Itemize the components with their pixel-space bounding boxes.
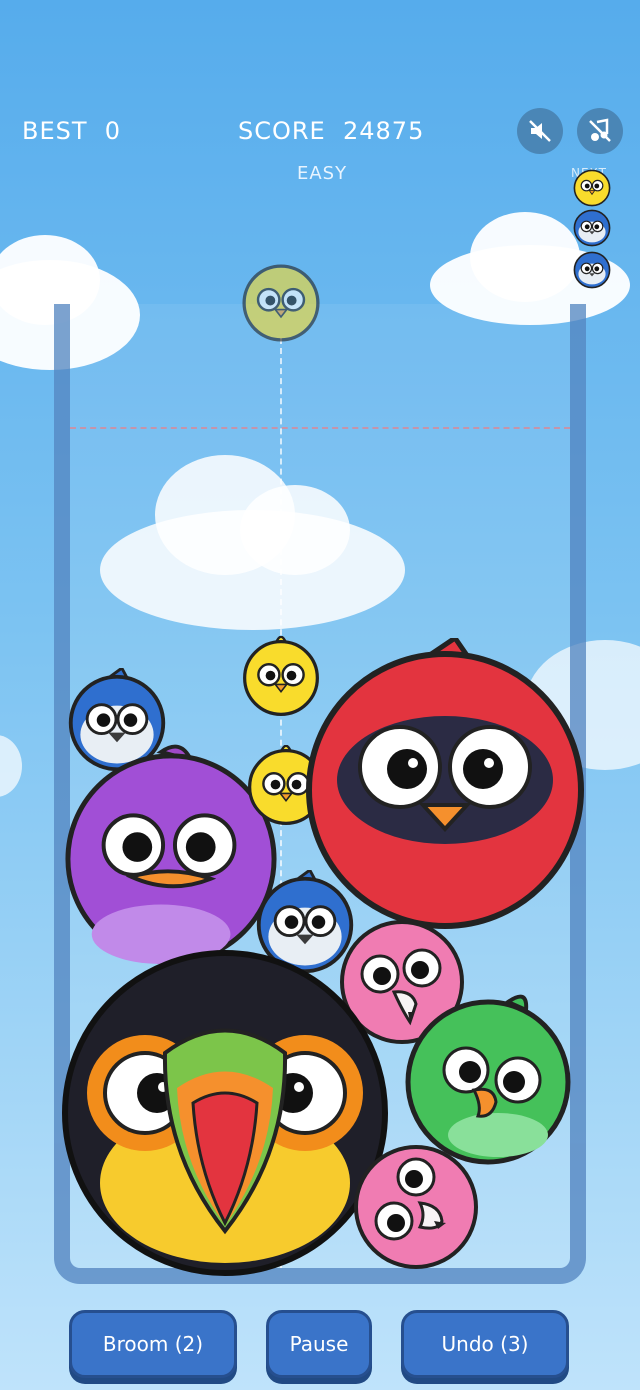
current-drop-bird[interactable]: [240, 262, 322, 344]
bird-pink-flamingo: [354, 1145, 478, 1269]
next-bird-blue-jay-1: [573, 209, 611, 247]
music-muted-icon: [589, 118, 611, 142]
pause-button[interactable]: Pause: [266, 1310, 372, 1378]
broom-button[interactable]: Broom (2): [69, 1310, 237, 1378]
next-bird-blue-jay-2: [573, 251, 611, 289]
next-bird-yellow-chick: [573, 169, 611, 207]
sound-toggle-button[interactable]: [517, 108, 563, 154]
difficulty-label: EASY: [297, 163, 348, 184]
best-score: BEST 0: [22, 117, 121, 145]
speaker-muted-icon: [529, 120, 551, 142]
best-label: BEST: [22, 117, 88, 145]
score-value: 24875: [343, 117, 425, 145]
score-label: SCORE: [238, 117, 326, 145]
current-score: SCORE 24875: [238, 117, 424, 145]
undo-button[interactable]: Undo (3): [401, 1310, 569, 1378]
danger-line: [70, 427, 570, 429]
bird-toucan: [62, 950, 388, 1276]
best-value: 0: [104, 117, 122, 145]
music-toggle-button[interactable]: [577, 108, 623, 154]
